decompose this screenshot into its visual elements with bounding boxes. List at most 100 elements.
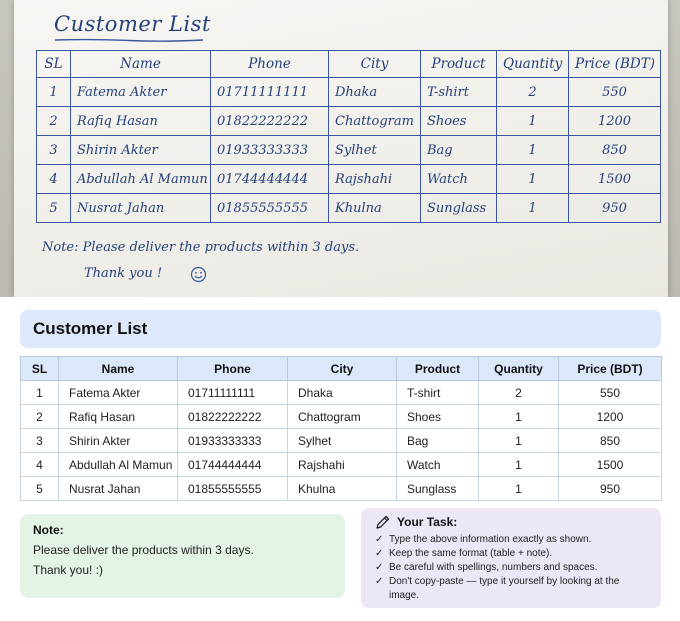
hw-col-product: Product	[420, 50, 497, 78]
cell-sl: 2	[20, 404, 59, 429]
hw-col-city: City	[328, 50, 421, 78]
hw-cell-price: 1500	[568, 164, 661, 194]
hw-cell-sl: 5	[36, 193, 71, 223]
task-header: Your Task:	[375, 514, 647, 530]
cell-quantity: 1	[478, 452, 559, 477]
handwritten-thanks: Thank you !	[84, 266, 163, 281]
task-item-text: Type the above information exactly as sh…	[389, 534, 592, 545]
customer-table: SL Name Phone City Product Quantity Pric…	[20, 356, 662, 501]
cell-phone: 01933333333	[177, 428, 288, 453]
hw-col-phone: Phone	[210, 50, 329, 78]
cell-quantity: 1	[478, 428, 559, 453]
table-header-row: SL Name Phone City Product Quantity Pric…	[20, 356, 662, 381]
task-box: Your Task: ✓ Type the above information …	[361, 508, 661, 608]
hw-cell-sl: 4	[36, 164, 71, 194]
hw-cell-price: 550	[568, 77, 661, 107]
cell-name: Rafiq Hasan	[58, 404, 178, 429]
handwritten-row: 2 Rafiq Hasan 01822222222 Chattogram Sho…	[36, 106, 661, 136]
hw-cell-price: 850	[568, 135, 661, 165]
hw-cell-product: Watch	[420, 164, 497, 194]
task-item-text: Don't copy-paste — type it yourself by l…	[389, 576, 620, 601]
hw-cell-price: 950	[568, 193, 661, 223]
table-row: 3 Shirin Akter 01933333333 Sylhet Bag 1 …	[20, 428, 662, 453]
hw-cell-name: Shirin Akter	[70, 135, 211, 165]
hw-cell-name: Nusrat Jahan	[70, 193, 211, 223]
table-row: 1 Fatema Akter 01711111111 Dhaka T-shirt…	[20, 380, 662, 405]
title-underline	[54, 38, 204, 42]
check-icon: ✓	[375, 534, 384, 545]
col-header-name: Name	[58, 356, 178, 381]
cell-sl: 4	[20, 452, 59, 477]
cell-quantity: 1	[478, 404, 559, 429]
col-header-phone: Phone	[177, 356, 288, 381]
handwritten-table: SL Name Phone City Product Quantity Pric…	[36, 50, 661, 223]
hw-col-sl: SL	[36, 50, 71, 78]
hw-col-quantity: Quantity	[496, 50, 569, 78]
cell-city: Khulna	[287, 476, 397, 501]
list-item: ✓ Type the above information exactly as …	[375, 533, 647, 547]
table-row: 4 Abdullah Al Mamun 01744444444 Rajshahi…	[20, 452, 662, 477]
cell-name: Fatema Akter	[58, 380, 178, 405]
cell-city: Chattogram	[287, 404, 397, 429]
hw-cell-sl: 3	[36, 135, 71, 165]
cell-name: Shirin Akter	[58, 428, 178, 453]
hw-cell-quantity: 1	[496, 135, 569, 165]
note-box: Note: Please deliver the products within…	[20, 514, 345, 598]
hw-cell-price: 1200	[568, 106, 661, 136]
list-item: ✓ Don't copy-paste — type it yourself by…	[375, 575, 647, 603]
hw-col-name: Name	[70, 50, 211, 78]
cell-quantity: 1	[478, 476, 559, 501]
hw-cell-city: Rajshahi	[328, 164, 421, 194]
hw-cell-quantity: 1	[496, 193, 569, 223]
cell-product: Bag	[396, 428, 479, 453]
task-item-text: Be careful with spellings, numbers and s…	[389, 562, 598, 573]
hw-cell-product: T-shirt	[420, 77, 497, 107]
hw-cell-product: Shoes	[420, 106, 497, 136]
note-text: Please deliver the products within 3 day…	[33, 543, 254, 557]
task-title: Your Task:	[397, 515, 458, 529]
handwritten-photo: Customer List SL Name Phone City Product…	[0, 0, 680, 297]
cell-city: Rajshahi	[287, 452, 397, 477]
cell-phone: 01744444444	[177, 452, 288, 477]
smiley-icon	[190, 266, 207, 283]
cell-price: 950	[558, 476, 662, 501]
cell-sl: 5	[20, 476, 59, 501]
hw-cell-quantity: 2	[496, 77, 569, 107]
hw-cell-quantity: 1	[496, 164, 569, 194]
pencil-icon	[376, 515, 390, 529]
handwritten-title: Customer List	[54, 12, 211, 36]
col-header-product: Product	[396, 356, 479, 381]
table-row: 2 Rafiq Hasan 01822222222 Chattogram Sho…	[20, 404, 662, 429]
cell-product: Watch	[396, 452, 479, 477]
cell-product: T-shirt	[396, 380, 479, 405]
table-row: 5 Nusrat Jahan 01855555555 Khulna Sungla…	[20, 476, 662, 501]
cell-product: Sunglass	[396, 476, 479, 501]
cell-name: Nusrat Jahan	[58, 476, 178, 501]
col-header-city: City	[287, 356, 397, 381]
thanks-text: Thank you! :)	[33, 563, 104, 577]
hw-cell-sl: 1	[36, 77, 71, 107]
handwritten-header-row: SL Name Phone City Product Quantity Pric…	[36, 50, 661, 78]
hw-cell-city: Khulna	[328, 193, 421, 223]
note-label: Note:	[33, 523, 64, 537]
check-icon: ✓	[375, 562, 384, 573]
list-item: ✓ Be careful with spellings, numbers and…	[375, 561, 647, 575]
title-bar: Customer List	[20, 310, 661, 348]
cell-phone: 01822222222	[177, 404, 288, 429]
hw-cell-phone: 01933333333	[210, 135, 329, 165]
cell-price: 1200	[558, 404, 662, 429]
hw-cell-phone: 01711111111	[210, 77, 329, 107]
col-header-price: Price (BDT)	[558, 356, 662, 381]
cell-price: 850	[558, 428, 662, 453]
handwritten-row: 4 Abdullah Al Mamun 01744444444 Rajshahi…	[36, 164, 661, 194]
hw-cell-city: Dhaka	[328, 77, 421, 107]
hw-cell-name: Fatema Akter	[70, 77, 211, 107]
cell-sl: 1	[20, 380, 59, 405]
cell-city: Sylhet	[287, 428, 397, 453]
hw-cell-product: Bag	[420, 135, 497, 165]
hw-cell-quantity: 1	[496, 106, 569, 136]
cell-price: 1500	[558, 452, 662, 477]
cell-price: 550	[558, 380, 662, 405]
handwritten-row: 3 Shirin Akter 01933333333 Sylhet Bag 1 …	[36, 135, 661, 165]
check-icon: ✓	[375, 576, 384, 587]
